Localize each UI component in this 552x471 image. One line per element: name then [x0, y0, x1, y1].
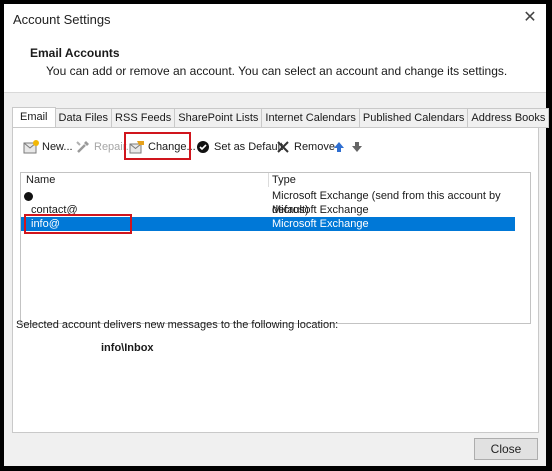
set-as-default-label: Set as Default [214, 141, 284, 153]
repair-icon [75, 139, 91, 155]
remove-x-icon [275, 139, 291, 155]
title-bar: Account Settings ✕ [4, 4, 546, 34]
column-header-type[interactable]: Type [272, 173, 296, 187]
arrow-up-icon [331, 139, 347, 155]
account-row-default[interactable]: Microsoft Exchange (send from this accou… [21, 189, 515, 216]
remove-label: Remove [294, 141, 335, 153]
new-button[interactable]: New... [23, 136, 73, 158]
new-account-icon [23, 139, 39, 155]
change-highlight-box [124, 132, 191, 160]
close-icon[interactable]: ✕ [522, 10, 538, 26]
set-as-default-button[interactable]: Set as Default [195, 136, 283, 158]
arrow-down-icon [349, 139, 365, 155]
window-title: Account Settings [13, 12, 111, 27]
move-down-button[interactable] [349, 136, 365, 158]
move-up-button[interactable] [331, 136, 347, 158]
tab-internet-calendars[interactable]: Internet Calendars [262, 108, 360, 128]
account-type: Microsoft Exchange [272, 204, 369, 216]
email-tab-panel: New... Repair... Change... Set as Defaul… [12, 127, 539, 433]
info-row-highlight-box [24, 214, 132, 234]
account-type: Microsoft Exchange [272, 218, 369, 230]
header-area: Email Accounts You can add or remove an … [4, 34, 546, 93]
tab-address-books[interactable]: Address Books [468, 108, 550, 128]
tab-published-calendars[interactable]: Published Calendars [359, 108, 469, 128]
dialog-footer: Close [4, 436, 546, 466]
dialog-body: Email Data Files RSS Feeds SharePoint Li… [4, 93, 550, 436]
default-account-check-icon [24, 192, 33, 201]
section-title: Email Accounts [30, 46, 120, 60]
tab-email[interactable]: Email [12, 107, 56, 129]
account-settings-window: Account Settings ✕ Email Accounts You ca… [4, 4, 550, 466]
tab-strip: Email Data Files RSS Feeds SharePoint Li… [12, 107, 550, 129]
delivery-description: Selected account delivers new messages t… [16, 319, 339, 331]
new-label: New... [42, 141, 73, 153]
delivery-location: info\Inbox [101, 342, 154, 354]
checkmark-circle-icon [195, 139, 211, 155]
tab-sharepoint-lists[interactable]: SharePoint Lists [175, 108, 263, 128]
account-list[interactable]: Name Type Microsoft Exchange (send from … [20, 172, 531, 324]
column-divider [268, 173, 269, 187]
column-header-name[interactable]: Name [26, 173, 55, 187]
remove-button[interactable]: Remove [275, 136, 335, 158]
section-description: You can add or remove an account. You ca… [46, 64, 508, 78]
tab-data-files[interactable]: Data Files [55, 108, 113, 128]
tab-rss-feeds[interactable]: RSS Feeds [112, 108, 176, 128]
close-button[interactable]: Close [474, 438, 538, 460]
